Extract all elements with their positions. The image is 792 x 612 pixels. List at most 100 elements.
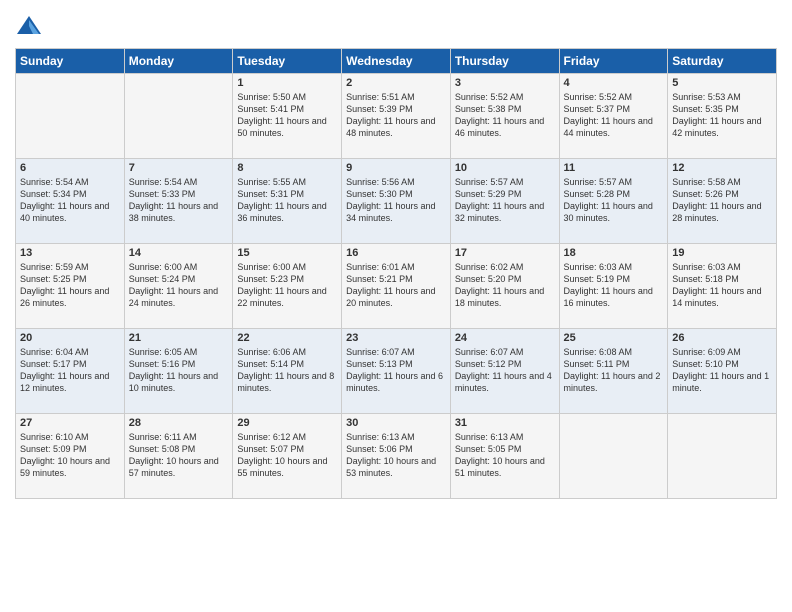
day-number: 15 (237, 247, 337, 259)
calendar-cell: 5 Sunrise: 5:53 AM Sunset: 5:35 PM Daylig… (668, 74, 777, 159)
calendar-cell: 15 Sunrise: 6:00 AM Sunset: 5:23 PM Dayli… (233, 244, 342, 329)
calendar-cell: 22 Sunrise: 6:06 AM Sunset: 5:14 PM Dayli… (233, 329, 342, 414)
weekday-header-row: SundayMondayTuesdayWednesdayThursdayFrid… (16, 49, 777, 74)
calendar-cell (124, 74, 233, 159)
day-number: 5 (672, 77, 772, 89)
day-number: 8 (237, 162, 337, 174)
calendar-week-row: 13 Sunrise: 5:59 AM Sunset: 5:25 PM Dayli… (16, 244, 777, 329)
cell-content: Sunrise: 6:12 AM Sunset: 5:07 PM Dayligh… (237, 431, 337, 480)
cell-content: Sunrise: 5:52 AM Sunset: 5:38 PM Dayligh… (455, 91, 555, 140)
day-number: 3 (455, 77, 555, 89)
cell-content: Sunrise: 5:55 AM Sunset: 5:31 PM Dayligh… (237, 176, 337, 225)
day-number: 16 (346, 247, 446, 259)
day-number: 1 (237, 77, 337, 89)
calendar-cell (16, 74, 125, 159)
calendar-cell: 28 Sunrise: 6:11 AM Sunset: 5:08 PM Dayli… (124, 414, 233, 499)
calendar-cell: 17 Sunrise: 6:02 AM Sunset: 5:20 PM Dayli… (450, 244, 559, 329)
weekday-header-friday: Friday (559, 49, 668, 74)
logo-icon (15, 14, 43, 42)
cell-content: Sunrise: 5:57 AM Sunset: 5:29 PM Dayligh… (455, 176, 555, 225)
day-number: 18 (564, 247, 664, 259)
calendar-cell: 13 Sunrise: 5:59 AM Sunset: 5:25 PM Dayli… (16, 244, 125, 329)
day-number: 26 (672, 332, 772, 344)
cell-content: Sunrise: 6:07 AM Sunset: 5:13 PM Dayligh… (346, 346, 446, 395)
day-number: 24 (455, 332, 555, 344)
day-number: 17 (455, 247, 555, 259)
cell-content: Sunrise: 6:07 AM Sunset: 5:12 PM Dayligh… (455, 346, 555, 395)
calendar-cell: 23 Sunrise: 6:07 AM Sunset: 5:13 PM Dayli… (342, 329, 451, 414)
cell-content: Sunrise: 5:54 AM Sunset: 5:33 PM Dayligh… (129, 176, 229, 225)
day-number: 21 (129, 332, 229, 344)
calendar-cell: 19 Sunrise: 6:03 AM Sunset: 5:18 PM Dayli… (668, 244, 777, 329)
calendar-cell: 20Sunrise: 6:04 AM Sunset: 5:17 PM Dayli… (16, 329, 125, 414)
cell-content: Sunrise: 6:08 AM Sunset: 5:11 PM Dayligh… (564, 346, 664, 395)
weekday-header-thursday: Thursday (450, 49, 559, 74)
cell-content: Sunrise: 6:02 AM Sunset: 5:20 PM Dayligh… (455, 261, 555, 310)
calendar-cell: 9 Sunrise: 5:56 AM Sunset: 5:30 PM Daylig… (342, 159, 451, 244)
day-number: 13 (20, 247, 120, 259)
cell-content: Sunrise: 6:01 AM Sunset: 5:21 PM Dayligh… (346, 261, 446, 310)
calendar-cell: 30 Sunrise: 6:13 AM Sunset: 5:06 PM Dayli… (342, 414, 451, 499)
cell-content: Sunrise: 6:13 AM Sunset: 5:06 PM Dayligh… (346, 431, 446, 480)
calendar-cell: 14 Sunrise: 6:00 AM Sunset: 5:24 PM Dayli… (124, 244, 233, 329)
calendar-cell: 29 Sunrise: 6:12 AM Sunset: 5:07 PM Dayli… (233, 414, 342, 499)
calendar-cell: 25 Sunrise: 6:08 AM Sunset: 5:11 PM Dayli… (559, 329, 668, 414)
calendar-cell: 18Sunrise: 6:03 AM Sunset: 5:19 PM Dayli… (559, 244, 668, 329)
day-number: 22 (237, 332, 337, 344)
day-number: 28 (129, 417, 229, 429)
weekday-header-tuesday: Tuesday (233, 49, 342, 74)
calendar-cell: 3 Sunrise: 5:52 AM Sunset: 5:38 PM Daylig… (450, 74, 559, 159)
calendar-cell (559, 414, 668, 499)
cell-content: Sunrise: 6:03 AM Sunset: 5:18 PM Dayligh… (672, 261, 772, 310)
cell-content: Sunrise: 5:52 AM Sunset: 5:37 PM Dayligh… (564, 91, 664, 140)
day-number: 7 (129, 162, 229, 174)
day-number: 6 (20, 162, 120, 174)
cell-content: Sunrise: 5:51 AM Sunset: 5:39 PM Dayligh… (346, 91, 446, 140)
day-number: 27 (20, 417, 120, 429)
weekday-header-sunday: Sunday (16, 49, 125, 74)
calendar-cell (668, 414, 777, 499)
cell-content: Sunrise: 5:54 AM Sunset: 5:34 PM Dayligh… (20, 176, 120, 225)
calendar-page: SundayMondayTuesdayWednesdayThursdayFrid… (0, 0, 792, 612)
day-number: 23 (346, 332, 446, 344)
cell-content: Sunrise: 5:56 AM Sunset: 5:30 PM Dayligh… (346, 176, 446, 225)
calendar-cell: 27Sunrise: 6:10 AM Sunset: 5:09 PM Dayli… (16, 414, 125, 499)
day-number: 10 (455, 162, 555, 174)
cell-content: Sunrise: 6:06 AM Sunset: 5:14 PM Dayligh… (237, 346, 337, 395)
cell-content: Sunrise: 6:09 AM Sunset: 5:10 PM Dayligh… (672, 346, 772, 395)
calendar-cell: 26 Sunrise: 6:09 AM Sunset: 5:10 PM Dayli… (668, 329, 777, 414)
cell-content: Sunrise: 6:11 AM Sunset: 5:08 PM Dayligh… (129, 431, 229, 480)
calendar-week-row: 1 Sunrise: 5:50 AM Sunset: 5:41 PM Daylig… (16, 74, 777, 159)
day-number: 9 (346, 162, 446, 174)
calendar-cell: 10 Sunrise: 5:57 AM Sunset: 5:29 PM Dayli… (450, 159, 559, 244)
calendar-cell: 6 Sunrise: 5:54 AM Sunset: 5:34 PM Daylig… (16, 159, 125, 244)
cell-content: Sunrise: 5:50 AM Sunset: 5:41 PM Dayligh… (237, 91, 337, 140)
calendar-cell: 31Sunrise: 6:13 AM Sunset: 5:05 PM Dayli… (450, 414, 559, 499)
calendar-cell: 11 Sunrise: 5:57 AM Sunset: 5:28 PM Dayli… (559, 159, 668, 244)
day-number: 29 (237, 417, 337, 429)
calendar-cell: 12Sunrise: 5:58 AM Sunset: 5:26 PM Dayli… (668, 159, 777, 244)
calendar-cell: 1 Sunrise: 5:50 AM Sunset: 5:41 PM Daylig… (233, 74, 342, 159)
cell-content: Sunrise: 5:57 AM Sunset: 5:28 PM Dayligh… (564, 176, 664, 225)
logo-area (15, 10, 47, 42)
header (15, 10, 777, 42)
day-number: 14 (129, 247, 229, 259)
day-number: 25 (564, 332, 664, 344)
day-number: 11 (564, 162, 664, 174)
calendar-cell: 4Sunrise: 5:52 AM Sunset: 5:37 PM Daylig… (559, 74, 668, 159)
weekday-header-saturday: Saturday (668, 49, 777, 74)
weekday-header-monday: Monday (124, 49, 233, 74)
day-number: 12 (672, 162, 772, 174)
calendar-week-row: 20Sunrise: 6:04 AM Sunset: 5:17 PM Dayli… (16, 329, 777, 414)
calendar-cell: 2Sunrise: 5:51 AM Sunset: 5:39 PM Daylig… (342, 74, 451, 159)
calendar-cell: 24 Sunrise: 6:07 AM Sunset: 5:12 PM Dayli… (450, 329, 559, 414)
cell-content: Sunrise: 5:59 AM Sunset: 5:25 PM Dayligh… (20, 261, 120, 310)
weekday-header-wednesday: Wednesday (342, 49, 451, 74)
cell-content: Sunrise: 5:53 AM Sunset: 5:35 PM Dayligh… (672, 91, 772, 140)
calendar-cell: 16 Sunrise: 6:01 AM Sunset: 5:21 PM Dayli… (342, 244, 451, 329)
cell-content: Sunrise: 6:00 AM Sunset: 5:24 PM Dayligh… (129, 261, 229, 310)
day-number: 30 (346, 417, 446, 429)
calendar-cell: 21Sunrise: 6:05 AM Sunset: 5:16 PM Dayli… (124, 329, 233, 414)
day-number: 19 (672, 247, 772, 259)
cell-content: Sunrise: 6:00 AM Sunset: 5:23 PM Dayligh… (237, 261, 337, 310)
